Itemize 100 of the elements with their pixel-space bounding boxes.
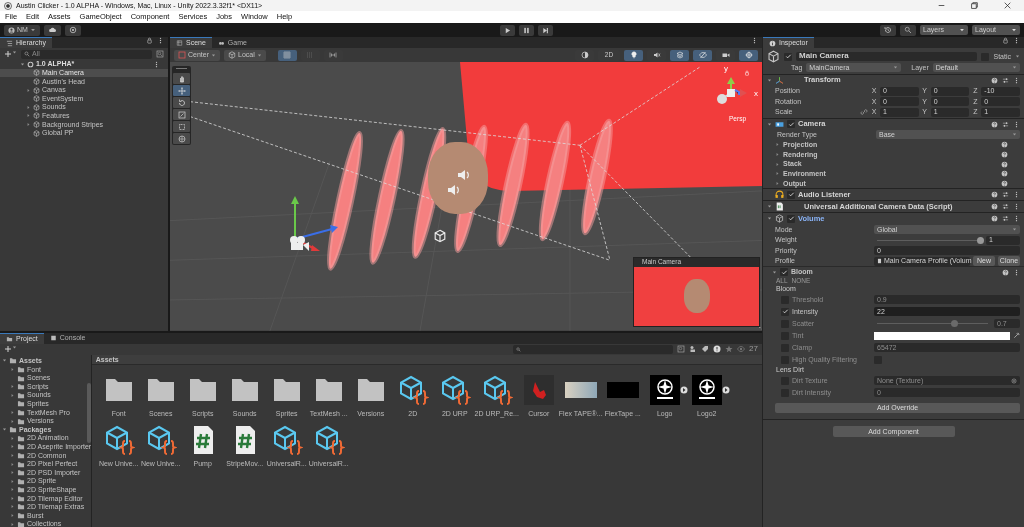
- lock-icon[interactable]: [146, 37, 153, 44]
- object-name-field[interactable]: Main Camera: [796, 52, 978, 61]
- help-icon[interactable]: [991, 77, 998, 84]
- restore-icon[interactable]: [970, 1, 979, 10]
- presets-icon[interactable]: [1002, 203, 1009, 211]
- photo-placeholder[interactable]: [564, 381, 597, 398]
- add-button[interactable]: [4, 50, 17, 58]
- hidden-eye-toggle[interactable]: [693, 49, 712, 61]
- info-icon: [769, 39, 776, 47]
- help-icon[interactable]: [1001, 151, 1008, 159]
- logo-thumbnail[interactable]: [690, 373, 723, 406]
- more-options-icon[interactable]: [751, 37, 758, 44]
- enable-checkbox[interactable]: [787, 120, 795, 128]
- history-button[interactable]: [880, 24, 896, 36]
- more-options-icon[interactable]: [1013, 37, 1020, 44]
- eyedropper-icon[interactable]: [1013, 332, 1020, 340]
- star-icon[interactable]: [725, 345, 734, 354]
- presets-icon[interactable]: [1002, 77, 1009, 84]
- more-options-icon[interactable]: [1013, 268, 1020, 276]
- hidden-count: 27: [749, 344, 758, 354]
- pointing-hand-icon[interactable]: [522, 373, 555, 406]
- filter-by-type-icon[interactable]: [689, 345, 698, 354]
- more-options-icon[interactable]: [1013, 203, 1020, 211]
- help-icon[interactable]: [1002, 268, 1009, 276]
- search-button[interactable]: [900, 24, 916, 36]
- hand-tool[interactable]: [173, 73, 190, 84]
- help-icon[interactable]: [991, 203, 998, 211]
- camera-icon: [775, 119, 784, 129]
- transform-tool[interactable]: [173, 133, 190, 144]
- search-field[interactable]: [513, 344, 674, 354]
- more-options-icon[interactable]: [1013, 191, 1020, 199]
- cube-icon: [767, 50, 780, 63]
- hand-icon: [177, 74, 186, 83]
- search-filter-icon[interactable]: [677, 345, 686, 354]
- active-checkbox[interactable]: [784, 52, 792, 61]
- play-button[interactable]: [499, 24, 515, 36]
- half-circle-icon: [580, 51, 589, 59]
- collapse-arrow-icon[interactable]: [2, 358, 7, 364]
- add-button[interactable]: [4, 345, 17, 354]
- slider-thumb[interactable]: [951, 320, 959, 328]
- collapse-arrow-icon[interactable]: [767, 121, 772, 127]
- help-icon[interactable]: [1001, 180, 1008, 188]
- unlinked-chain-icon[interactable]: [860, 108, 868, 117]
- collapse-arrow-icon[interactable]: [772, 269, 777, 275]
- collapse-arrow-icon[interactable]: [767, 78, 772, 83]
- lighting-toggle[interactable]: [624, 49, 643, 61]
- search-filter-icon[interactable]: [156, 50, 164, 58]
- caret-icon[interactable]: [1015, 54, 1020, 59]
- more-options-icon[interactable]: [1013, 215, 1020, 223]
- logo-thumbnail[interactable]: [648, 373, 681, 406]
- collab-button[interactable]: [64, 24, 81, 36]
- help-icon[interactable]: [1001, 170, 1008, 178]
- help-icon[interactable]: [991, 191, 998, 199]
- step-button[interactable]: [537, 24, 553, 36]
- move-icon: [177, 86, 186, 95]
- move-tool[interactable]: [173, 85, 190, 96]
- color-field[interactable]: [874, 331, 1010, 340]
- glasses-icon: [217, 39, 225, 46]
- folder-icon: [6, 335, 13, 342]
- hidden-eye-icon: [698, 51, 707, 59]
- cube-icon: [433, 229, 447, 243]
- grid-snap-button[interactable]: [277, 49, 297, 61]
- user-icon: [8, 26, 15, 34]
- help-icon[interactable]: [1001, 160, 1008, 168]
- help-icon[interactable]: [991, 120, 998, 128]
- warning-icon[interactable]: [713, 345, 722, 354]
- more-options-icon[interactable]: [1013, 120, 1020, 128]
- presets-icon[interactable]: [1002, 120, 1009, 128]
- more-options-icon[interactable]: [1013, 77, 1020, 84]
- scale-tool[interactable]: [173, 109, 190, 120]
- rect-tool[interactable]: [173, 121, 190, 132]
- help-icon[interactable]: [991, 215, 998, 223]
- more-options-icon[interactable]: [153, 60, 160, 68]
- collapse-arrow-icon[interactable]: [20, 61, 25, 67]
- scrollbar[interactable]: [86, 382, 91, 443]
- rotate-icon: [177, 98, 186, 107]
- layers-toggle[interactable]: [670, 49, 689, 61]
- more-options-icon[interactable]: [157, 37, 164, 44]
- search-icon: [516, 346, 522, 352]
- cloud-button[interactable]: [43, 24, 61, 36]
- caret-icon: [12, 345, 17, 351]
- presets-icon[interactable]: [1002, 215, 1009, 223]
- gizmo-toggle[interactable]: [739, 49, 758, 61]
- expand-arrow-icon[interactable]: [721, 385, 730, 394]
- slider-thumb[interactable]: [976, 236, 984, 244]
- pause-button[interactable]: [518, 24, 534, 36]
- override-checkbox[interactable]: [781, 307, 789, 316]
- expand-arrow-icon[interactable]: [679, 385, 688, 394]
- enable-checkbox[interactable]: [780, 268, 788, 277]
- layers-icon: [675, 51, 684, 59]
- lock-icon[interactable]: [1002, 37, 1009, 44]
- close-icon[interactable]: [1003, 1, 1012, 10]
- collapse-arrow-icon[interactable]: [2, 427, 7, 433]
- enable-checkbox[interactable]: [787, 214, 795, 223]
- rotate-tool[interactable]: [173, 97, 190, 108]
- enable-checkbox[interactable]: [787, 190, 795, 199]
- help-icon[interactable]: [1001, 141, 1008, 149]
- checkmark-icon: [780, 268, 788, 276]
- caret-icon: [29, 27, 36, 33]
- presets-icon[interactable]: [1002, 191, 1009, 199]
